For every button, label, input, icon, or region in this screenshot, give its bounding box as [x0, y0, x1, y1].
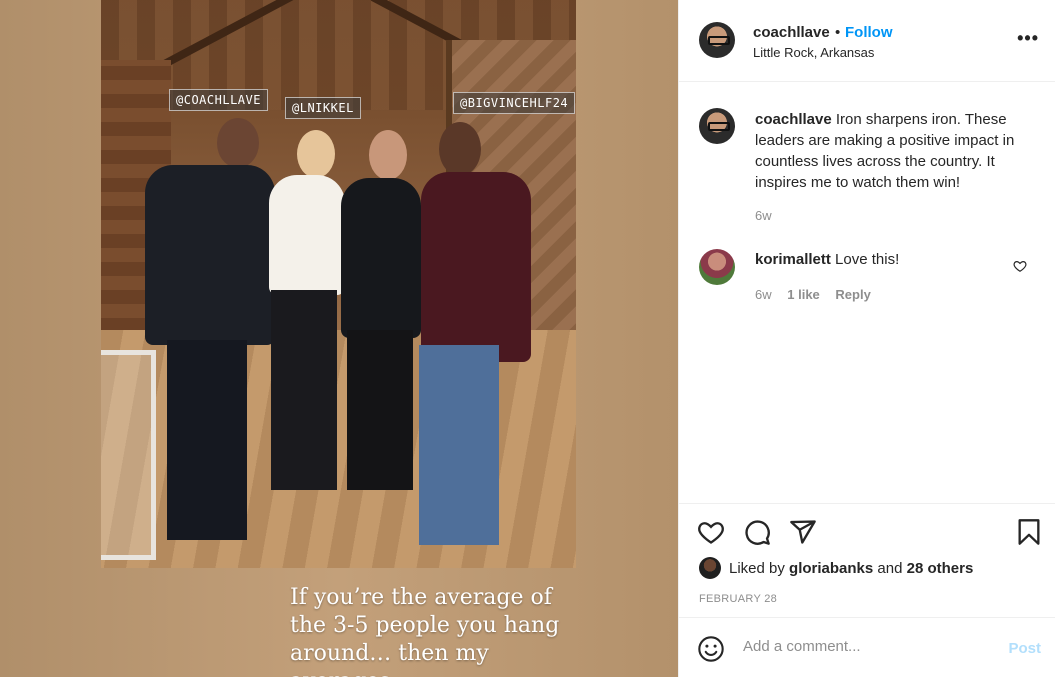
caption-meta: 6w: [755, 208, 784, 223]
comments-section: coachllave Iron sharpens iron. These lea…: [679, 82, 1055, 503]
photo-tag[interactable]: @BIGVINCEHLF24: [453, 92, 576, 114]
commenter-avatar[interactable]: [699, 249, 735, 285]
comment-like-heart-icon[interactable]: [1013, 259, 1027, 273]
media-caption-overlay: If you’re the average of the 3-5 people …: [290, 585, 560, 677]
comment-body: Love this!: [835, 251, 900, 268]
liker-username[interactable]: gloriabanks: [789, 560, 873, 577]
comment-username[interactable]: korimallett: [755, 251, 831, 268]
comment-meta: 6w 1 like Reply: [755, 287, 883, 302]
post-actions: Liked by gloriabanks and 28 others FEBRU…: [679, 503, 1055, 617]
caption-text: coachllave Iron sharpens iron. These lea…: [755, 109, 1035, 193]
emoji-smiley-icon[interactable]: [697, 635, 725, 663]
author-username[interactable]: coachllave: [753, 24, 830, 41]
location-link[interactable]: Little Rock, Arkansas: [753, 45, 874, 60]
like-heart-icon[interactable]: [697, 518, 725, 546]
post-photo: @COACHLLAVE @LNIKKEL @BIGVINCEHLF24: [101, 0, 576, 568]
photo-tag[interactable]: @COACHLLAVE: [169, 89, 268, 111]
comment-time[interactable]: 6w: [755, 287, 772, 302]
more-options-icon[interactable]: •••: [1017, 28, 1039, 49]
post-media[interactable]: @COACHLLAVE @LNIKKEL @BIGVINCEHLF24 If y…: [0, 0, 678, 677]
add-comment-input[interactable]: [743, 638, 993, 655]
liked-by-prefix: Liked by: [729, 559, 785, 577]
liker-avatar[interactable]: [699, 557, 721, 579]
follow-button[interactable]: Follow: [845, 24, 893, 41]
post-date[interactable]: FEBRUARY 28: [699, 593, 777, 605]
reply-button[interactable]: Reply: [835, 287, 870, 302]
author-avatar[interactable]: [699, 22, 735, 58]
share-paper-plane-icon[interactable]: [789, 518, 817, 546]
post-comment-button[interactable]: Post: [1008, 640, 1041, 657]
liked-by-line: Liked by gloriabanks and 28 others: [699, 557, 973, 579]
save-bookmark-icon[interactable]: [1015, 518, 1043, 546]
liked-by-connector: and: [877, 559, 903, 577]
comment-likes[interactable]: 1 like: [787, 287, 820, 302]
photo-tag[interactable]: @LNIKKEL: [285, 97, 361, 119]
post-header: coachllave • Follow Little Rock, Arkansa…: [679, 0, 1055, 82]
photo-chair: [101, 350, 156, 560]
add-comment-bar: Post: [679, 617, 1055, 677]
separator-dot: •: [835, 24, 841, 41]
comment-text: korimallett Love this!: [755, 249, 1035, 270]
caption-username[interactable]: coachllave: [755, 111, 832, 128]
caption-author-avatar[interactable]: [699, 108, 735, 144]
caption-time[interactable]: 6w: [755, 208, 772, 223]
liked-by-others[interactable]: 28 others: [907, 560, 974, 577]
comment-bubble-icon[interactable]: [743, 518, 771, 546]
post-panel: coachllave • Follow Little Rock, Arkansa…: [678, 0, 1055, 677]
